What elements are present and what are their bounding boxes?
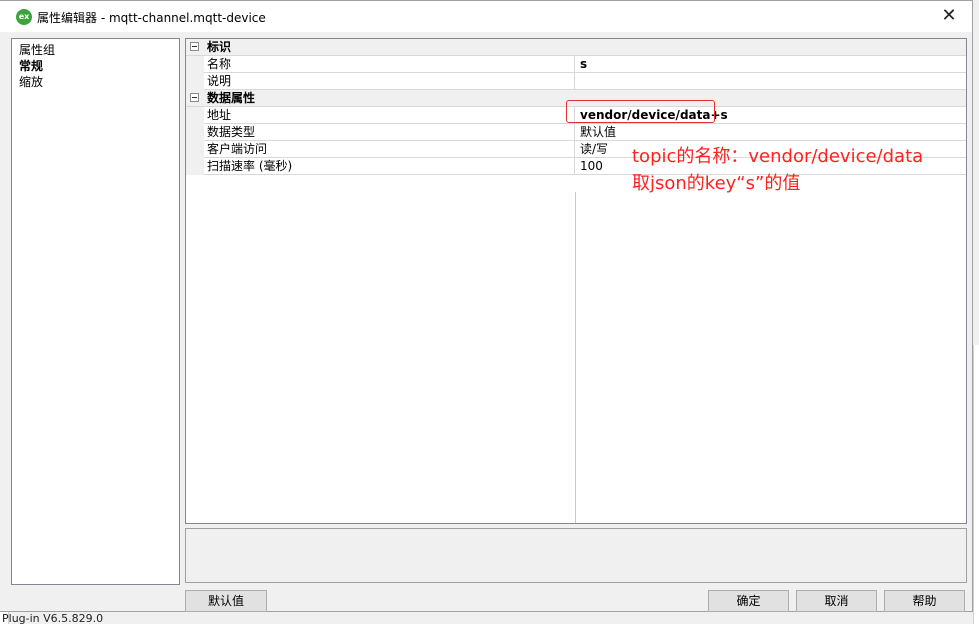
close-icon: ✕ [941, 5, 957, 26]
annotation-line: 取json的key“s”的值 [632, 173, 801, 194]
property-editor-dialog: ex 属性编辑器 - mqtt-channel.mqtt-device ✕ 属性… [0, 0, 973, 612]
category-label: 数据属性 [207, 91, 256, 105]
property-value[interactable]: s [580, 56, 966, 72]
property-row-data-type[interactable]: 数据类型 默认值 [186, 124, 966, 141]
category-data-properties[interactable]: 数据属性 [186, 90, 966, 107]
row-gutter [186, 73, 204, 90]
property-value[interactable]: vendor/device/data+s [580, 107, 966, 123]
column-divider [575, 192, 576, 523]
property-value[interactable]: 默认值 [580, 124, 966, 140]
category-label: 标识 [207, 40, 232, 54]
cancel-button[interactable]: 取消 [796, 590, 877, 612]
property-group-header: 属性组 [19, 43, 56, 57]
default-values-button[interactable]: 默认值 [185, 590, 267, 612]
property-name: 地址 [207, 107, 575, 123]
category-identification[interactable]: 标识 [186, 39, 966, 56]
help-button[interactable]: 帮助 [884, 590, 965, 612]
row-gutter [186, 107, 204, 124]
description-panel [185, 528, 967, 583]
row-gutter [186, 124, 204, 141]
group-item-general[interactable]: 常规 [19, 58, 172, 74]
property-name: 客户端访问 [207, 141, 575, 157]
row-gutter [186, 158, 204, 175]
property-grid[interactable]: 标识 名称 s 说明 数据属性 地址 vendor/device/data+s … [185, 38, 967, 524]
collapse-icon[interactable] [190, 93, 199, 102]
row-gutter [186, 141, 204, 158]
property-group-list[interactable]: 属性组 常规 缩放 [11, 38, 180, 585]
annotation-line: topic的名称：vendor/device/data [632, 146, 924, 167]
collapse-icon[interactable] [190, 42, 199, 51]
annotation-note: topic的名称：vendor/device/data 取json的key“s”… [632, 143, 977, 197]
property-name: 数据类型 [207, 124, 575, 140]
property-name: 名称 [207, 56, 575, 72]
property-name: 扫描速率 (毫秒) [207, 158, 575, 174]
background-version-text: Plug-in V6.5.829.0 [2, 612, 104, 624]
app-logo-icon: ex [16, 9, 32, 25]
property-name: 说明 [207, 73, 575, 89]
window-title: 属性编辑器 - mqtt-channel.mqtt-device [37, 11, 266, 25]
property-row-address[interactable]: 地址 vendor/device/data+s [186, 107, 966, 124]
background-window-edge [973, 345, 979, 624]
close-button[interactable]: ✕ [926, 1, 972, 32]
title-bar[interactable]: ex 属性编辑器 - mqtt-channel.mqtt-device ✕ [0, 1, 972, 32]
property-row-name[interactable]: 名称 s [186, 56, 966, 73]
row-gutter [186, 56, 204, 73]
property-value[interactable] [580, 73, 966, 89]
property-row-description[interactable]: 说明 [186, 73, 966, 90]
group-item-scaling[interactable]: 缩放 [19, 74, 172, 90]
ok-button[interactable]: 确定 [708, 590, 789, 612]
